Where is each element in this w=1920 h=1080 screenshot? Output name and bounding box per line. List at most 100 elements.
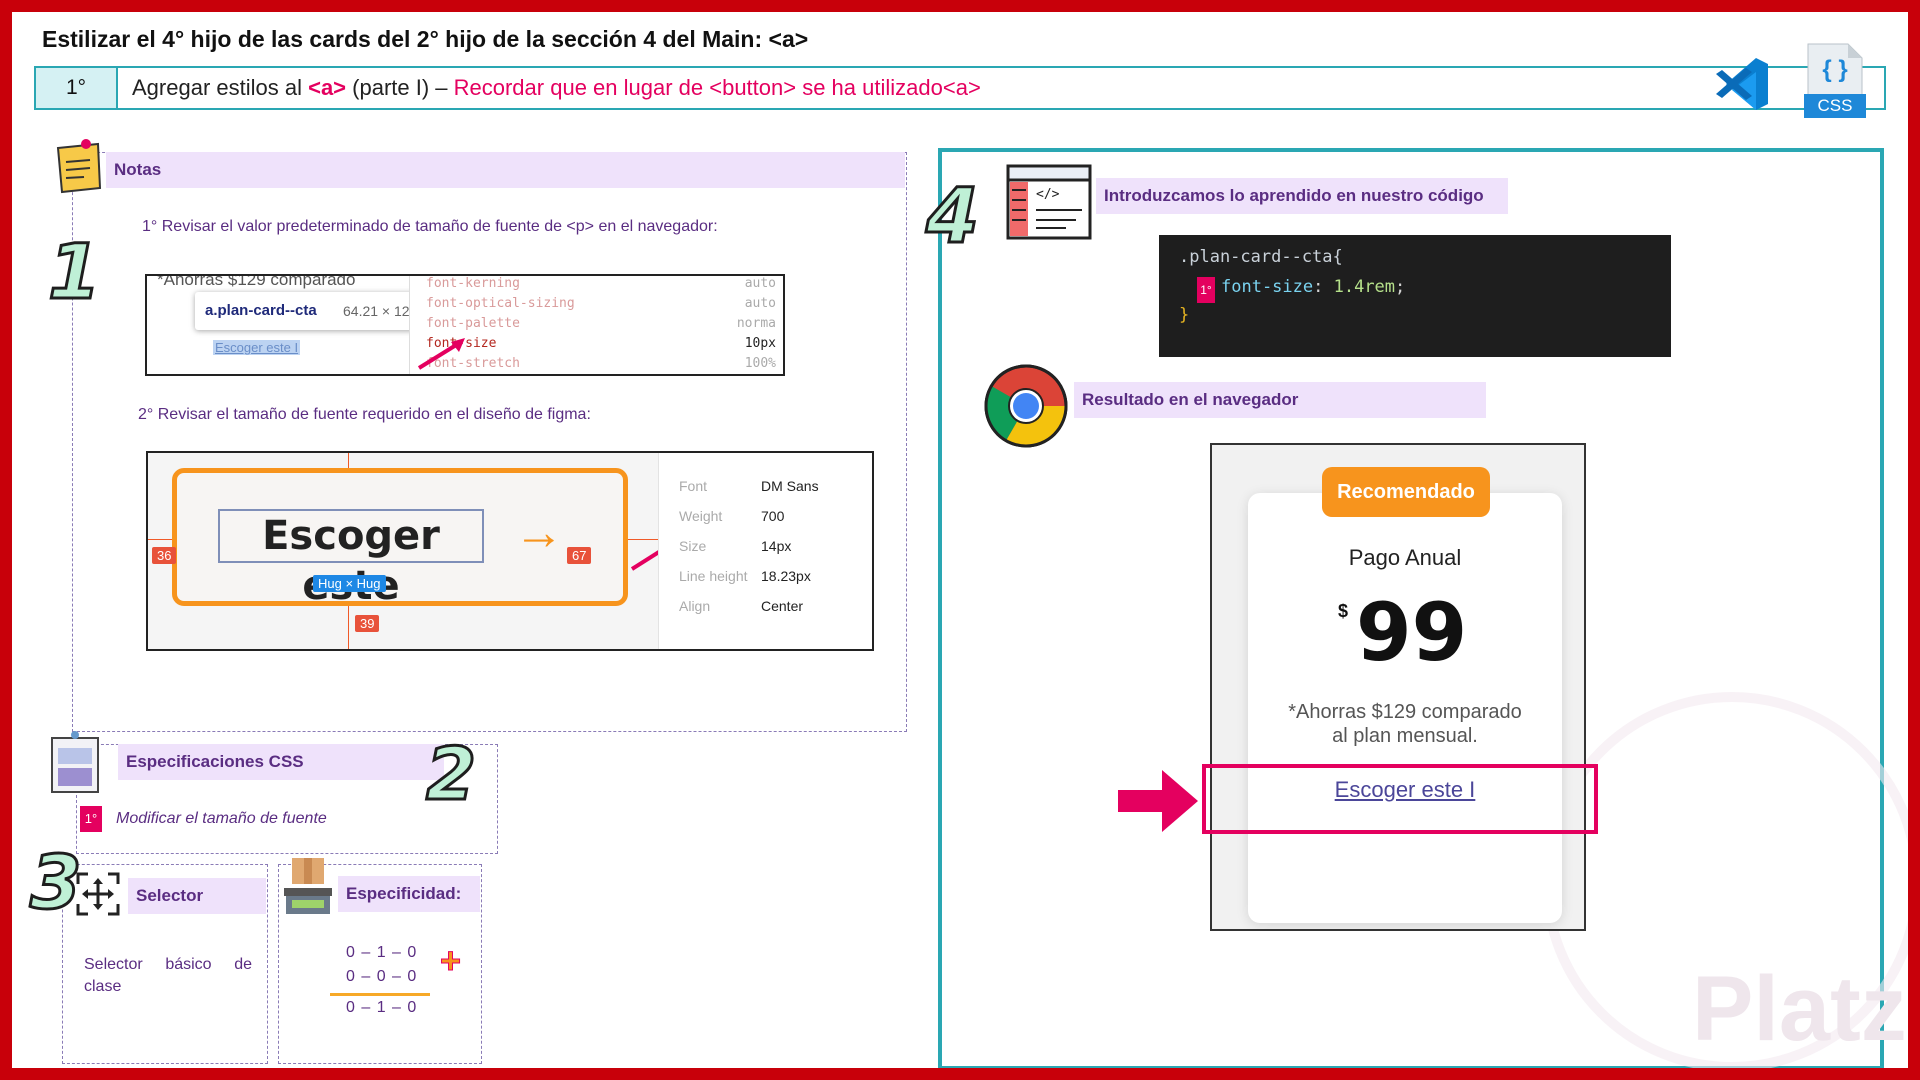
computed-prop-name: font-kerning bbox=[426, 276, 520, 291]
specs-item: Modificar el tamaño de fuente bbox=[116, 810, 327, 827]
pink-arrow-right-icon bbox=[1118, 770, 1198, 832]
specificity-row-2: 0 – 0 – 0 bbox=[346, 968, 418, 985]
figma-spec-value: 700 bbox=[761, 508, 785, 524]
computed-props-list: font-kerning auto font-optical-sizing auto f… bbox=[426, 276, 776, 374]
css-braces: { } bbox=[1822, 56, 1848, 83]
computed-prop-row: font-palette norma bbox=[426, 314, 776, 334]
step-text-middle: (parte I) – bbox=[346, 75, 454, 100]
computed-prop-value: auto bbox=[744, 276, 776, 291]
figma-button-text: Escoger este bbox=[218, 509, 484, 609]
figma-spec-row: Weight 700 bbox=[679, 501, 869, 531]
computed-prop-value: auto bbox=[744, 296, 776, 311]
svg-text:</>: </> bbox=[1036, 187, 1060, 202]
devtools-highlight-link: Escoger este I bbox=[213, 340, 301, 355]
code-block: .plan-card--cta{ 1° font-size: 1.4rem; } bbox=[1159, 235, 1671, 357]
computed-prop-row: font-stretch 100% bbox=[426, 354, 776, 374]
figma-spec-row: Align Center bbox=[679, 591, 869, 621]
computed-prop-name: font-optical-sizing bbox=[426, 296, 575, 311]
step-number-2: 2 bbox=[424, 732, 477, 816]
figma-canvas: Escoger este → 36 67 39 Hug × Hug bbox=[148, 453, 658, 649]
figma-spec-row: Line height 18.23px bbox=[679, 561, 869, 591]
figma-spec-label: Font bbox=[679, 478, 708, 494]
move-selector-icon bbox=[74, 870, 122, 918]
computed-prop-row: font-kerning auto bbox=[426, 276, 776, 294]
code-badge: 1° bbox=[1197, 277, 1215, 303]
step-text-before: Agregar estilos al bbox=[132, 75, 309, 100]
selector-header: Selector bbox=[128, 878, 266, 914]
figma-spec-list: Font DM Sans Weight 700 Size 14px Line height 1… bbox=[679, 471, 869, 621]
slide-frame: Estilizar el 4° hijo de las cards del 2°… bbox=[0, 0, 1920, 1080]
figma-spec-label: Align bbox=[679, 598, 711, 614]
code-close: } bbox=[1179, 305, 1190, 325]
vscode-icon bbox=[1712, 54, 1772, 114]
scale-icon bbox=[282, 858, 334, 918]
price-currency: $ bbox=[1338, 601, 1349, 621]
figma-spec-label: Line height bbox=[679, 568, 748, 584]
devtools-tooltip: a.plan-card--cta 64.21 × 12.8 bbox=[195, 292, 435, 330]
notes-line-1: 1° Revisar el valor predeterminado de ta… bbox=[142, 218, 718, 235]
recommended-badge: Recomendado bbox=[1322, 467, 1490, 517]
cta-highlight-box bbox=[1202, 764, 1598, 834]
code-property: font-size bbox=[1221, 277, 1314, 297]
sticky-note-icon bbox=[52, 138, 104, 196]
computed-prop-row: font-optical-sizing auto bbox=[426, 294, 776, 314]
computed-prop-name: font-palette bbox=[426, 316, 520, 331]
code-declaration: font-size: 1.4rem; bbox=[1221, 277, 1405, 297]
computed-prop-value: norma bbox=[736, 316, 776, 331]
savings-line-1: *Ahorras $129 comparado bbox=[1288, 701, 1522, 723]
code-editor-icon: </> bbox=[1006, 164, 1092, 240]
specificity-header: Especificidad: bbox=[338, 876, 480, 912]
page-title: Estilizar el 4° hijo de las cards del 2°… bbox=[42, 26, 809, 52]
notes-line-2: 2° Revisar el tamaño de fuente requerido… bbox=[138, 406, 591, 423]
figma-spec-value: 14px bbox=[761, 538, 792, 554]
plan-name: Pago Anual bbox=[1348, 545, 1462, 570]
figma-spec-value: DM Sans bbox=[761, 478, 819, 494]
step-reminder: Recordar que en lugar de <button> se ha … bbox=[453, 75, 981, 100]
computed-prop-value: 100% bbox=[744, 356, 776, 371]
specificity-total: 0 – 1 – 0 bbox=[346, 999, 418, 1016]
arrow-right-icon: → bbox=[514, 504, 564, 560]
step-number: 1° bbox=[36, 68, 118, 108]
code-colon: : bbox=[1313, 277, 1334, 297]
step-tag: <a> bbox=[308, 75, 347, 100]
figma-spec-row: Size 14px bbox=[679, 531, 869, 561]
devtools-page-pane: *Ahorras $129 comparado a.plan-card--cta… bbox=[147, 274, 435, 374]
code-selector: .plan-card--cta{ bbox=[1179, 247, 1343, 267]
figma-spec-row: Font DM Sans bbox=[679, 471, 869, 501]
devtools-snippet: *Ahorras $129 comparado bbox=[157, 274, 356, 289]
spacing-right-badge: 67 bbox=[567, 547, 592, 564]
devtools-screenshot: *Ahorras $129 comparado a.plan-card--cta… bbox=[145, 274, 785, 376]
spacing-bottom-badge: 39 bbox=[355, 615, 380, 632]
spacing-left-badge: 36 bbox=[152, 547, 177, 564]
step-bar: 1° Agregar estilos al <a> (parte I) – Re… bbox=[34, 66, 1886, 110]
notes-header: Notas bbox=[106, 152, 905, 188]
browser-result-screenshot: Recomendado Pago Anual $ 99 *Ahorras $12… bbox=[1210, 443, 1586, 931]
code-header: Introduzcamos lo aprendido en nuestro có… bbox=[1096, 178, 1508, 214]
savings-line-2: al plan mensual. bbox=[1332, 725, 1478, 747]
pink-arrow-icon bbox=[417, 338, 465, 370]
step-text: Agregar estilos al <a> (parte I) – Recor… bbox=[132, 68, 981, 108]
figma-inspect-panel: Font DM Sans Weight 700 Size 14px Line height 1… bbox=[658, 453, 872, 649]
computed-prop-value: 10px bbox=[744, 336, 776, 351]
hug-badge: Hug × Hug bbox=[313, 575, 386, 592]
slide: Estilizar el 4° hijo de las cards del 2°… bbox=[12, 12, 1908, 1068]
computed-prop-row: font-size10px bbox=[426, 334, 776, 354]
specs-header: Especificaciones CSS bbox=[118, 744, 444, 780]
specificity-row-1: 0 – 1 – 0 bbox=[346, 944, 418, 961]
figma-screenshot: Escoger este → 36 67 39 Hug × Hug Font DM… bbox=[146, 451, 874, 651]
figma-spec-label: Size bbox=[679, 538, 707, 554]
specs-badge: 1° bbox=[80, 806, 102, 832]
clipboard-icon bbox=[48, 730, 102, 794]
tooltip-selector: a.plan-card--cta bbox=[205, 302, 317, 319]
css-label: CSS bbox=[1817, 96, 1853, 115]
platzi-watermark: Platzi bbox=[1692, 958, 1908, 1060]
step-number-4: 4 bbox=[925, 171, 981, 260]
css-file-icon: { } CSS bbox=[1804, 42, 1866, 120]
price-value: 99 bbox=[1356, 586, 1468, 679]
figma-spec-value: 18.23px bbox=[761, 568, 811, 584]
plus-icon: + bbox=[439, 940, 462, 982]
browser-header: Resultado en el navegador bbox=[1074, 382, 1486, 418]
code-semicolon: ; bbox=[1395, 277, 1406, 297]
code-value: 1.4rem bbox=[1333, 277, 1396, 297]
step-number-1: 1 bbox=[47, 227, 103, 316]
